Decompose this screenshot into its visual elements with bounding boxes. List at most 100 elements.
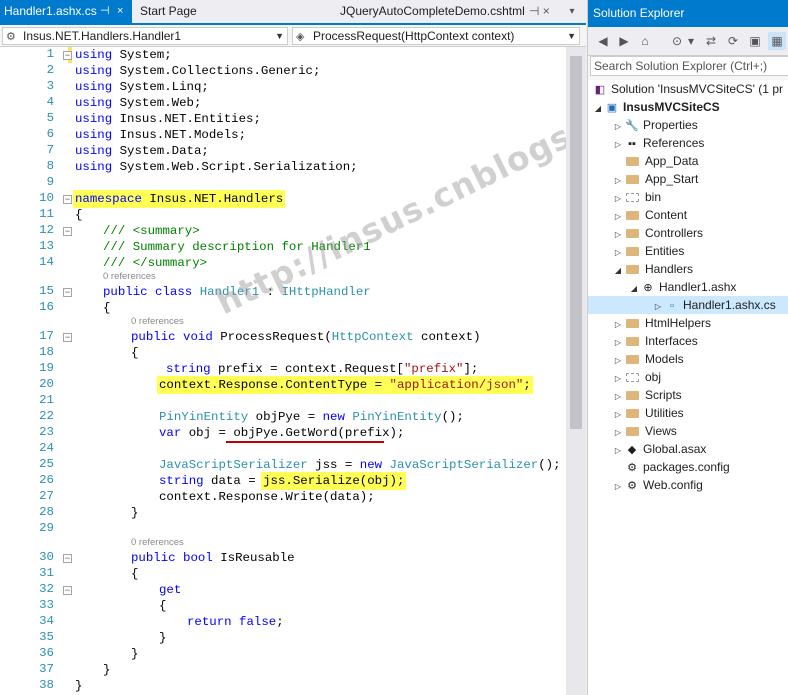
pin-close-icons[interactable]: ⊣ ×: [529, 0, 550, 23]
tree-item-scripts[interactable]: ▷ Scripts: [612, 386, 682, 404]
tree-item-web-config[interactable]: ▷ ⚙ Web.config: [612, 476, 703, 494]
folder-icon: [626, 391, 639, 400]
web-handler-icon: ⊕: [643, 282, 653, 294]
tree-item-solution[interactable]: ◧ Solution 'InsusMVCSiteCS' (1 pr: [592, 80, 783, 98]
tab-label: Start Page: [140, 4, 197, 18]
line-number: 1: [46, 47, 54, 61]
code-line: {: [103, 301, 111, 315]
type-dropdown-value: Insus.NET.Handlers.Handler1: [23, 29, 182, 43]
collapse-all-icon[interactable]: ▣: [746, 32, 764, 50]
line-number: 25: [39, 457, 54, 471]
collapse-icon[interactable]: −: [63, 51, 72, 60]
class-icon: ⚙: [6, 31, 16, 43]
line-number: 3: [46, 79, 54, 93]
codelens-references[interactable]: 0 references: [131, 537, 184, 548]
line-number: 30: [39, 550, 54, 564]
expanded-arrow-icon[interactable]: ◢: [592, 100, 604, 118]
close-icon[interactable]: ×: [543, 4, 550, 18]
project-icon: ▣: [606, 102, 618, 114]
tree-item-views[interactable]: ▷ Views: [612, 422, 677, 440]
line-number: 36: [39, 646, 54, 660]
tab-overflow-dropdown-icon[interactable]: ▾: [561, 0, 583, 23]
collapse-icon[interactable]: −: [63, 554, 72, 563]
tree-item-handler1-ashx-cs[interactable]: ▷ ▫ Handler1.ashx.cs: [588, 296, 788, 314]
line-number: 37: [39, 662, 54, 676]
home-icon[interactable]: ⌂: [636, 32, 654, 50]
code-line: public bool IsReusable: [131, 551, 295, 565]
tree-item-app-start[interactable]: ▷ App_Start: [612, 170, 698, 188]
solution-search-input[interactable]: Search Solution Explorer (Ctrl+;): [590, 56, 788, 76]
tree-item-handler1-ashx[interactable]: ◢ ⊕ Handler1.ashx: [628, 278, 736, 296]
back-icon[interactable]: ◀: [594, 32, 612, 50]
chevron-down-icon: ▼: [275, 31, 284, 41]
pin-icon[interactable]: ⊣: [100, 0, 110, 23]
chevron-down-icon: ▼: [567, 31, 576, 41]
tree-item-project[interactable]: ◢ ▣ InsusMVCSiteCS: [592, 98, 720, 116]
tab-jquery-autocomplete-demo[interactable]: JQueryAutoCompleteDemo.cshtml ⊣ ×: [330, 0, 556, 23]
tree-item-app-data[interactable]: App_Data: [624, 152, 698, 170]
code-line: get: [159, 583, 182, 597]
code-line: }: [131, 647, 139, 661]
references-icon: ▪▪: [628, 138, 636, 150]
codelens-references[interactable]: 0 references: [131, 316, 184, 327]
collapse-icon[interactable]: −: [63, 288, 72, 297]
collapsed-arrow-icon[interactable]: ▷: [612, 478, 624, 496]
tab-start-page[interactable]: Start Page: [136, 0, 236, 23]
line-number: 6: [46, 127, 54, 141]
line-number: 34: [39, 614, 54, 628]
tree-item-interfaces[interactable]: ▷ Interfaces: [612, 332, 698, 350]
tree-item-packages-config[interactable]: ⚙ packages.config: [624, 458, 730, 476]
folder-dashed-icon: [626, 373, 639, 382]
tree-item-controllers[interactable]: ▷ Controllers: [612, 224, 703, 242]
collapsed-arrow-icon[interactable]: ▷: [612, 442, 624, 460]
pin-icon[interactable]: ⊣: [529, 4, 539, 18]
code-area[interactable]: 1 2 3 4 5 6 7 8 9 10 11 12 13 14 15 16 17 18 19 20 21 22 23 24 2…: [0, 47, 566, 695]
code-line: using System.Web;: [75, 96, 202, 110]
code-editor-pane: Handler1.ashx.cs ⊣ × Start Page JQueryAu…: [0, 0, 586, 695]
member-dropdown[interactable]: ◈ ProcessRequest(HttpContext context) ▼: [292, 27, 580, 45]
code-line: using System.Data;: [75, 144, 209, 158]
tree-item-handlers[interactable]: ◢ Handlers: [612, 260, 693, 278]
show-all-files-icon[interactable]: ▦: [768, 32, 786, 50]
code-line: using System.Collections.Generic;: [75, 64, 321, 78]
code-line: }: [103, 663, 111, 677]
codelens-references[interactable]: 0 references: [103, 271, 156, 282]
tree-item-bin[interactable]: ▷ bin: [612, 188, 661, 206]
line-number: 2: [46, 63, 54, 77]
tree-item-models[interactable]: ▷ Models: [612, 350, 684, 368]
sync-icon[interactable]: ⇄: [702, 32, 720, 50]
line-number: 7: [46, 143, 54, 157]
tree-item-content[interactable]: ▷ Content: [612, 206, 687, 224]
document-tab-bar: Handler1.ashx.cs ⊣ × Start Page JQueryAu…: [0, 0, 586, 25]
collapsed-arrow-icon[interactable]: ▷: [612, 136, 624, 154]
refresh-icon[interactable]: ⟳: [724, 32, 742, 50]
tree-item-references[interactable]: ▷ ▪▪ References: [612, 134, 704, 152]
tree-item-properties[interactable]: ▷ 🔧 Properties: [612, 116, 698, 134]
close-icon[interactable]: ×: [117, 0, 123, 23]
collapse-icon[interactable]: −: [63, 227, 72, 236]
collapse-icon[interactable]: −: [63, 586, 72, 595]
tree-item-obj[interactable]: ▷ obj: [612, 368, 661, 386]
solution-explorer-title: Solution Explorer: [588, 0, 788, 27]
tab-handler1-ashx-cs[interactable]: Handler1.ashx.cs ⊣ ×: [0, 0, 132, 23]
tree-item-utilities[interactable]: ▷ Utilities: [612, 404, 684, 422]
forward-icon[interactable]: ▶: [615, 32, 633, 50]
chevron-down-icon[interactable]: ▾: [682, 32, 700, 50]
expanded-arrow-icon[interactable]: ◢: [612, 262, 624, 280]
tab-label: Handler1.ashx.cs: [4, 4, 97, 18]
navigation-bar: ⚙ Insus.NET.Handlers.Handler1 ▼ ◈ Proces…: [0, 25, 586, 47]
code-line: /// <summary>: [103, 224, 200, 238]
line-number: 32: [39, 582, 54, 596]
wrench-icon: 🔧: [625, 120, 639, 132]
tree-item-htmlhelpers[interactable]: ▷ HtmlHelpers: [612, 314, 711, 332]
line-number: 17: [39, 329, 54, 343]
tree-item-global-asax[interactable]: ▷ ◆ Global.asax: [612, 440, 706, 458]
collapse-icon[interactable]: −: [63, 333, 72, 342]
collapse-icon[interactable]: −: [63, 195, 72, 204]
type-dropdown[interactable]: ⚙ Insus.NET.Handlers.Handler1 ▼: [2, 27, 288, 45]
line-number: 23: [39, 425, 54, 439]
tree-item-entities[interactable]: ▷ Entities: [612, 242, 684, 260]
scrollbar-thumb[interactable]: [570, 56, 582, 429]
line-number: 21: [39, 393, 54, 407]
code-line: /// </summary>: [103, 256, 208, 270]
